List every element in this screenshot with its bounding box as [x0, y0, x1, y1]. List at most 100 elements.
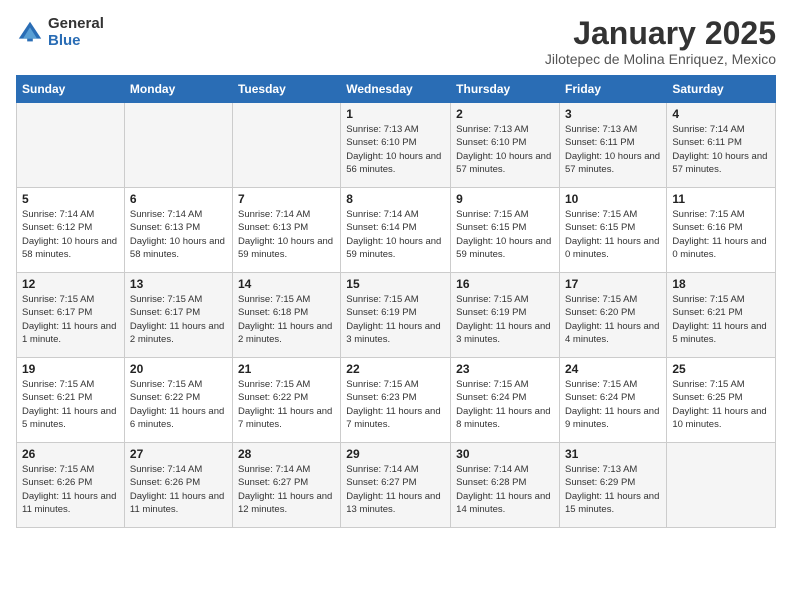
calendar-cell: 12Sunrise: 7:15 AMSunset: 6:17 PMDayligh…	[17, 273, 125, 358]
calendar-cell: 10 Sunrise: 7:15 AMSunset: 6:15 PMDayligh…	[560, 188, 667, 273]
day-info: Sunrise: 7:14 AMSunset: 6:11 PMDaylight:…	[672, 123, 770, 176]
calendar-cell: 6 Sunrise: 7:14 AMSunset: 6:13 PMDaylight…	[124, 188, 232, 273]
day-number: 16	[456, 277, 554, 291]
calendar-cell: 5Sunrise: 7:14 AMSunset: 6:12 PMDaylight…	[17, 188, 125, 273]
day-info: Sunrise: 7:15 AMSunset: 6:17 PMDaylight:…	[22, 293, 119, 346]
calendar-cell: 4 Sunrise: 7:14 AMSunset: 6:11 PMDaylight…	[667, 103, 776, 188]
day-number: 26	[22, 447, 119, 461]
day-info: Sunrise: 7:15 AMSunset: 6:21 PMDaylight:…	[22, 378, 119, 431]
day-number: 14	[238, 277, 335, 291]
day-number: 31	[565, 447, 661, 461]
day-info: Sunrise: 7:15 AMSunset: 6:15 PMDaylight:…	[565, 208, 661, 261]
day-number: 6	[130, 192, 227, 206]
day-number: 17	[565, 277, 661, 291]
weekday-header-friday: Friday	[560, 76, 667, 103]
day-number: 24	[565, 362, 661, 376]
day-info: Sunrise: 7:13 AMSunset: 6:11 PMDaylight:…	[565, 123, 661, 176]
week-row-2: 5Sunrise: 7:14 AMSunset: 6:12 PMDaylight…	[17, 188, 776, 273]
day-info: Sunrise: 7:15 AMSunset: 6:24 PMDaylight:…	[456, 378, 554, 431]
day-info: Sunrise: 7:15 AMSunset: 6:22 PMDaylight:…	[130, 378, 227, 431]
week-row-5: 26 Sunrise: 7:15 AMSunset: 6:26 PMDayligh…	[17, 443, 776, 528]
calendar-cell: 22Sunrise: 7:15 AMSunset: 6:23 PMDayligh…	[341, 358, 451, 443]
day-number: 13	[130, 277, 227, 291]
calendar-cell: 30 Sunrise: 7:14 AMSunset: 6:28 PMDayligh…	[451, 443, 560, 528]
week-row-3: 12Sunrise: 7:15 AMSunset: 6:17 PMDayligh…	[17, 273, 776, 358]
weekday-header-saturday: Saturday	[667, 76, 776, 103]
day-info: Sunrise: 7:15 AMSunset: 6:19 PMDaylight:…	[346, 293, 445, 346]
day-number: 30	[456, 447, 554, 461]
calendar-cell: 9 Sunrise: 7:15 AMSunset: 6:15 PMDaylight…	[451, 188, 560, 273]
day-number: 1	[346, 107, 445, 121]
day-number: 11	[672, 192, 770, 206]
day-info: Sunrise: 7:14 AMSunset: 6:14 PMDaylight:…	[346, 208, 445, 261]
weekday-header-sunday: Sunday	[17, 76, 125, 103]
calendar-cell: 25Sunrise: 7:15 AMSunset: 6:25 PMDayligh…	[667, 358, 776, 443]
calendar-cell: 21 Sunrise: 7:15 AMSunset: 6:22 PMDayligh…	[232, 358, 340, 443]
calendar-cell: 11 Sunrise: 7:15 AMSunset: 6:16 PMDayligh…	[667, 188, 776, 273]
day-info: Sunrise: 7:15 AMSunset: 6:22 PMDaylight:…	[238, 378, 335, 431]
day-info: Sunrise: 7:14 AMSunset: 6:27 PMDaylight:…	[238, 463, 335, 516]
day-number: 10	[565, 192, 661, 206]
logo: General Blue	[16, 16, 104, 49]
calendar-cell: 24 Sunrise: 7:15 AMSunset: 6:24 PMDayligh…	[560, 358, 667, 443]
calendar-cell: 29 Sunrise: 7:14 AMSunset: 6:27 PMDayligh…	[341, 443, 451, 528]
calendar-cell: 15 Sunrise: 7:15 AMSunset: 6:19 PMDayligh…	[341, 273, 451, 358]
weekday-header-thursday: Thursday	[451, 76, 560, 103]
day-info: Sunrise: 7:15 AMSunset: 6:16 PMDaylight:…	[672, 208, 770, 261]
weekday-header-wednesday: Wednesday	[341, 76, 451, 103]
logo-icon	[16, 19, 44, 47]
day-info: Sunrise: 7:13 AMSunset: 6:10 PMDaylight:…	[346, 123, 445, 176]
day-info: Sunrise: 7:15 AMSunset: 6:24 PMDaylight:…	[565, 378, 661, 431]
calendar-cell: 16 Sunrise: 7:15 AMSunset: 6:19 PMDayligh…	[451, 273, 560, 358]
day-number: 20	[130, 362, 227, 376]
day-info: Sunrise: 7:14 AMSunset: 6:28 PMDaylight:…	[456, 463, 554, 516]
day-info: Sunrise: 7:14 AMSunset: 6:13 PMDaylight:…	[130, 208, 227, 261]
day-number: 23	[456, 362, 554, 376]
day-number: 4	[672, 107, 770, 121]
day-info: Sunrise: 7:13 AMSunset: 6:29 PMDaylight:…	[565, 463, 661, 516]
calendar-cell: 17 Sunrise: 7:15 AMSunset: 6:20 PMDayligh…	[560, 273, 667, 358]
weekday-header-tuesday: Tuesday	[232, 76, 340, 103]
calendar-cell: 18 Sunrise: 7:15 AMSunset: 6:21 PMDayligh…	[667, 273, 776, 358]
day-info: Sunrise: 7:15 AMSunset: 6:17 PMDaylight:…	[130, 293, 227, 346]
title-area: January 2025 Jilotepec de Molina Enrique…	[545, 16, 776, 67]
day-number: 18	[672, 277, 770, 291]
day-number: 27	[130, 447, 227, 461]
day-info: Sunrise: 7:15 AMSunset: 6:19 PMDaylight:…	[456, 293, 554, 346]
day-info: Sunrise: 7:15 AMSunset: 6:21 PMDaylight:…	[672, 293, 770, 346]
calendar-cell	[17, 103, 125, 188]
day-number: 28	[238, 447, 335, 461]
day-number: 2	[456, 107, 554, 121]
month-title: January 2025	[545, 16, 776, 51]
day-info: Sunrise: 7:14 AMSunset: 6:27 PMDaylight:…	[346, 463, 445, 516]
day-info: Sunrise: 7:15 AMSunset: 6:20 PMDaylight:…	[565, 293, 661, 346]
calendar-cell: 26 Sunrise: 7:15 AMSunset: 6:26 PMDayligh…	[17, 443, 125, 528]
calendar-table: SundayMondayTuesdayWednesdayThursdayFrid…	[16, 75, 776, 528]
day-info: Sunrise: 7:15 AMSunset: 6:15 PMDaylight:…	[456, 208, 554, 261]
calendar-cell	[667, 443, 776, 528]
calendar-cell: 2Sunrise: 7:13 AMSunset: 6:10 PMDaylight…	[451, 103, 560, 188]
day-number: 15	[346, 277, 445, 291]
calendar-cell: 7Sunrise: 7:14 AMSunset: 6:13 PMDaylight…	[232, 188, 340, 273]
page-header: General Blue January 2025 Jilotepec de M…	[16, 16, 776, 67]
day-info: Sunrise: 7:15 AMSunset: 6:18 PMDaylight:…	[238, 293, 335, 346]
day-number: 29	[346, 447, 445, 461]
logo-text: General Blue	[48, 16, 104, 49]
calendar-cell: 14 Sunrise: 7:15 AMSunset: 6:18 PMDayligh…	[232, 273, 340, 358]
calendar-cell: 1 Sunrise: 7:13 AMSunset: 6:10 PMDaylight…	[341, 103, 451, 188]
calendar-cell: 13 Sunrise: 7:15 AMSunset: 6:17 PMDayligh…	[124, 273, 232, 358]
day-number: 21	[238, 362, 335, 376]
day-number: 19	[22, 362, 119, 376]
day-number: 25	[672, 362, 770, 376]
calendar-cell: 27 Sunrise: 7:14 AMSunset: 6:26 PMDayligh…	[124, 443, 232, 528]
weekday-header-monday: Monday	[124, 76, 232, 103]
day-number: 22	[346, 362, 445, 376]
week-row-4: 19 Sunrise: 7:15 AMSunset: 6:21 PMDayligh…	[17, 358, 776, 443]
day-info: Sunrise: 7:14 AMSunset: 6:26 PMDaylight:…	[130, 463, 227, 516]
day-info: Sunrise: 7:14 AMSunset: 6:13 PMDaylight:…	[238, 208, 335, 261]
calendar-cell: 31 Sunrise: 7:13 AMSunset: 6:29 PMDayligh…	[560, 443, 667, 528]
day-number: 3	[565, 107, 661, 121]
day-number: 9	[456, 192, 554, 206]
day-info: Sunrise: 7:15 AMSunset: 6:26 PMDaylight:…	[22, 463, 119, 516]
day-number: 5	[22, 192, 119, 206]
